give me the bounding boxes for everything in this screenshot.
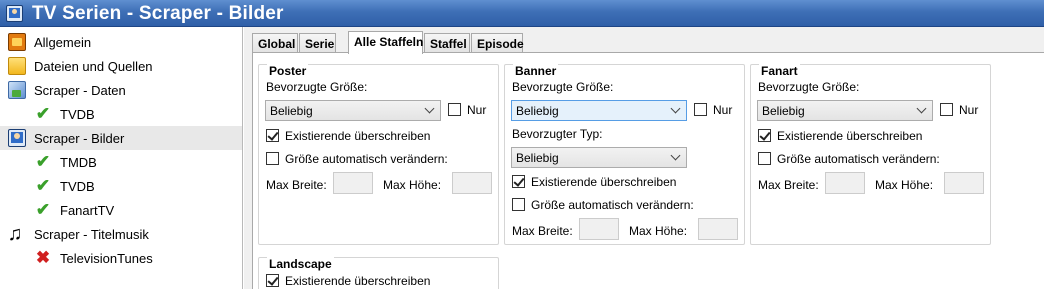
- max-height-label: Max Höhe:: [629, 224, 688, 238]
- sidebar-item-label: Scraper - Daten: [34, 83, 126, 98]
- poster-group: Poster Bevorzugte Größe: Beliebig Nur Ex…: [258, 64, 499, 245]
- sidebar-item-label: TVDB: [60, 179, 95, 194]
- max-width-input[interactable]: [579, 218, 619, 240]
- max-width-label: Max Breite:: [512, 224, 573, 238]
- sidebar-item-label: TVDB: [60, 107, 95, 122]
- check-icon: ✔: [35, 152, 51, 171]
- preferred-size-select[interactable]: Beliebig: [265, 100, 441, 121]
- select-value: Beliebig: [516, 151, 559, 165]
- sidebar-item-tvdb-bilder[interactable]: ✔ TVDB: [0, 174, 242, 198]
- check-icon: ✔: [35, 104, 51, 123]
- sidebar-item-tmdb[interactable]: ✔ TMDB: [0, 150, 242, 174]
- group-title: Banner: [513, 64, 559, 78]
- preferred-type-label: Bevorzugter Typ:: [512, 127, 603, 141]
- settings-content: Global Serie Alle Staffeln Staffel Episo…: [244, 27, 1044, 289]
- group-title: Landscape: [267, 257, 334, 271]
- sidebar-item-label: FanartTV: [60, 203, 115, 218]
- sidebar-item-label: TMDB: [60, 155, 97, 170]
- sidebar-item-label: TelevisionTunes: [60, 251, 153, 266]
- picture-scraper-icon: [8, 129, 26, 147]
- only-checkbox[interactable]: [694, 103, 707, 116]
- window-title: TV Serien - Scraper - Bilder: [32, 3, 284, 24]
- sidebar-item-scraper-titelmusik[interactable]: ♫ Scraper - Titelmusik: [0, 222, 242, 246]
- tv-icon: [8, 33, 26, 51]
- tab-panel-alle-staffeln: Poster Bevorzugte Größe: Beliebig Nur Ex…: [252, 52, 1044, 289]
- select-value: Beliebig: [270, 104, 313, 118]
- sidebar-item-scraper-daten[interactable]: Scraper - Daten: [0, 78, 242, 102]
- sidebar-item-dateien-und-quellen[interactable]: Dateien und Quellen: [0, 54, 242, 78]
- auto-resize-label: Größe automatisch verändern:: [285, 152, 448, 166]
- overwrite-label: Existierende überschreiben: [531, 175, 677, 189]
- preferred-type-select[interactable]: Beliebig: [511, 147, 687, 168]
- fanart-group: Fanart Bevorzugte Größe: Beliebig Nur Ex…: [750, 64, 991, 245]
- preferred-size-label: Bevorzugte Größe:: [266, 80, 368, 94]
- sidebar-item-fanarttv[interactable]: ✔ FanartTV: [0, 198, 242, 222]
- chevron-down-icon: [672, 152, 680, 160]
- max-height-input[interactable]: [944, 172, 984, 194]
- max-height-input[interactable]: [452, 172, 492, 194]
- tab-alle-staffeln[interactable]: Alle Staffeln: [348, 31, 423, 54]
- tab-episode[interactable]: Episode: [471, 33, 524, 53]
- preferred-size-select[interactable]: Beliebig: [757, 100, 933, 121]
- chevron-down-icon: [672, 105, 680, 113]
- banner-group: Banner Bevorzugte Größe: Beliebig Nur Be…: [504, 64, 745, 245]
- only-checkbox[interactable]: [940, 103, 953, 116]
- sidebar-item-televisiontunes[interactable]: ✖ TelevisionTunes: [0, 246, 242, 270]
- preferred-size-label: Bevorzugte Größe:: [758, 80, 860, 94]
- only-label: Nur: [467, 103, 487, 117]
- landscape-group: Landscape Existierende überschreiben: [258, 257, 499, 289]
- settings-tree: Allgemein Dateien und Quellen Scraper - …: [0, 27, 243, 289]
- sidebar-item-label: Allgemein: [34, 35, 92, 50]
- auto-resize-checkbox[interactable]: [512, 198, 525, 211]
- auto-resize-label: Größe automatisch verändern:: [531, 198, 694, 212]
- sidebar-item-label: Scraper - Titelmusik: [34, 227, 149, 242]
- preferred-size-select[interactable]: Beliebig: [511, 100, 687, 121]
- max-width-label: Max Breite:: [758, 178, 819, 192]
- only-label: Nur: [959, 103, 979, 117]
- sidebar-item-scraper-bilder[interactable]: Scraper - Bilder: [0, 126, 242, 150]
- auto-resize-checkbox[interactable]: [266, 152, 279, 165]
- only-label: Nur: [713, 103, 733, 117]
- check-icon: ✔: [35, 200, 51, 219]
- tab-global[interactable]: Global: [252, 33, 298, 53]
- overwrite-label: Existierende überschreiben: [777, 129, 923, 143]
- chevron-down-icon: [918, 105, 926, 113]
- auto-resize-label: Größe automatisch verändern:: [777, 152, 940, 166]
- preferred-size-label: Bevorzugte Größe:: [512, 80, 614, 94]
- max-width-input[interactable]: [333, 172, 373, 194]
- max-height-label: Max Höhe:: [875, 178, 934, 192]
- overwrite-checkbox[interactable]: [758, 129, 771, 142]
- overwrite-checkbox[interactable]: [266, 129, 279, 142]
- overwrite-checkbox[interactable]: [512, 175, 525, 188]
- title-bar: TV Serien - Scraper - Bilder: [0, 0, 1044, 27]
- overwrite-checkbox[interactable]: [266, 274, 279, 287]
- max-width-label: Max Breite:: [266, 178, 327, 192]
- overwrite-label: Existierende überschreiben: [285, 129, 431, 143]
- app-icon: [6, 5, 23, 22]
- folder-icon: [8, 57, 26, 75]
- sidebar-item-tvdb-daten[interactable]: ✔ TVDB: [0, 102, 242, 126]
- overwrite-label: Existierende überschreiben: [285, 274, 431, 288]
- sidebar-item-label: Scraper - Bilder: [34, 131, 125, 146]
- cross-icon: ✖: [35, 248, 51, 267]
- sidebar-item-allgemein[interactable]: Allgemein: [0, 30, 242, 54]
- data-scraper-icon: [8, 81, 26, 99]
- sidebar-item-label: Dateien und Quellen: [34, 59, 153, 74]
- only-checkbox[interactable]: [448, 103, 461, 116]
- tab-serie[interactable]: Serie: [299, 33, 336, 53]
- auto-resize-checkbox[interactable]: [758, 152, 771, 165]
- check-icon: ✔: [35, 176, 51, 195]
- max-width-input[interactable]: [825, 172, 865, 194]
- tab-staffel[interactable]: Staffel: [424, 33, 470, 53]
- select-value: Beliebig: [762, 104, 805, 118]
- group-title: Fanart: [759, 64, 800, 78]
- select-value: Beliebig: [516, 104, 559, 118]
- max-height-label: Max Höhe:: [383, 178, 442, 192]
- music-note-icon: ♫: [7, 223, 23, 245]
- group-title: Poster: [267, 64, 309, 78]
- chevron-down-icon: [426, 105, 434, 113]
- max-height-input[interactable]: [698, 218, 738, 240]
